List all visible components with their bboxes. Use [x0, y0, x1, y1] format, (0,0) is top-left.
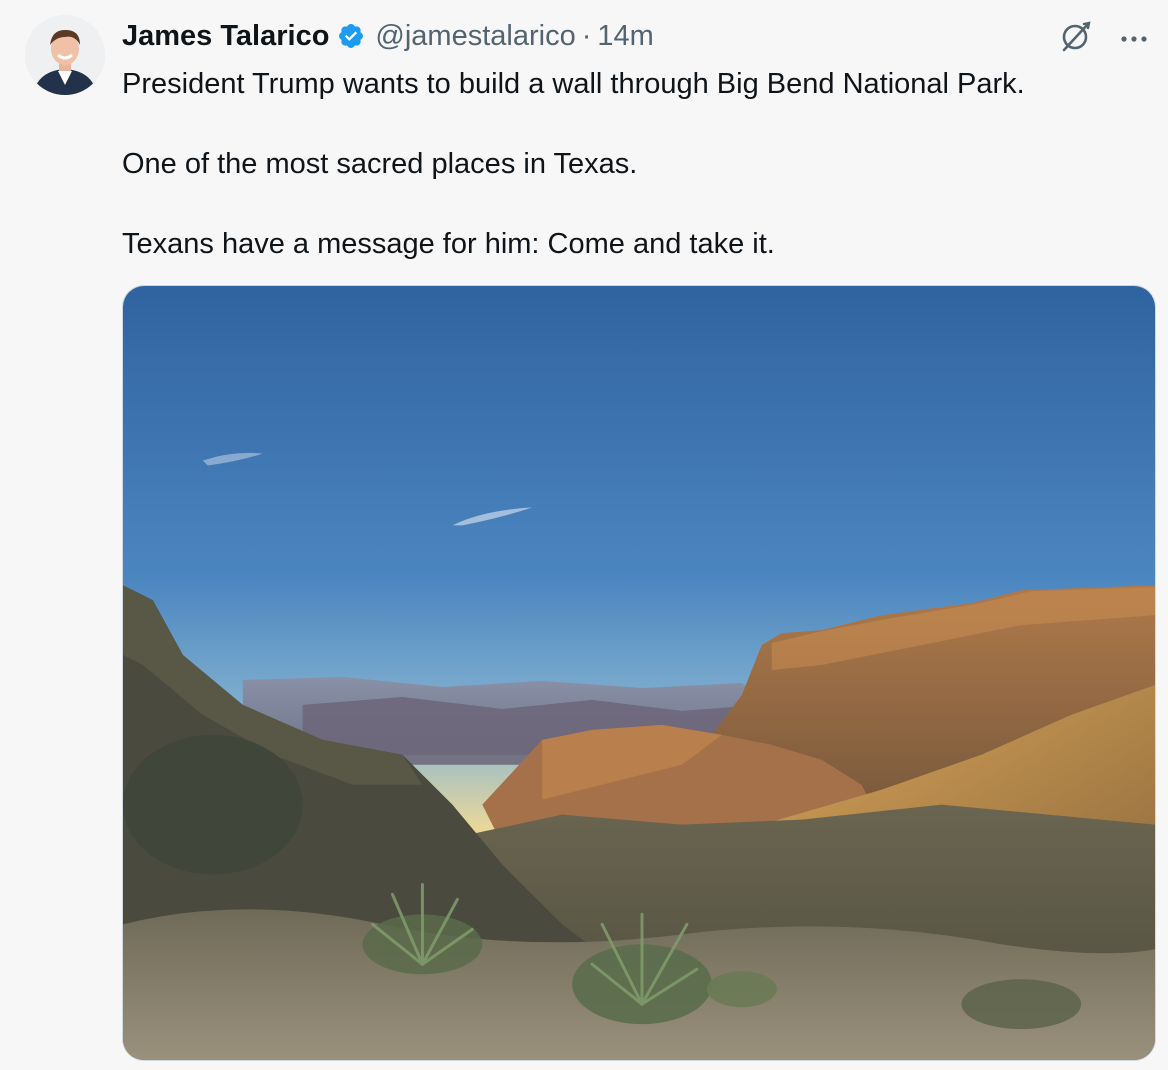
tweet-text-line: One of the most sacred places in Texas. [122, 148, 638, 180]
tweet-header: James Talarico @jamestalarico · 14m [122, 16, 654, 56]
tweet-text-line: President Trump wants to build a wall th… [122, 68, 1025, 100]
author-name[interactable]: James Talarico [122, 20, 329, 53]
grok-icon[interactable] [1058, 18, 1094, 59]
tweet-photo[interactable] [122, 285, 1156, 1061]
tweet-text: President Trump wants to build a wall th… [122, 64, 1122, 264]
avatar[interactable] [25, 15, 105, 95]
author-handle[interactable]: @jamestalarico [375, 20, 575, 53]
tweet-text-line: Texans have a message for him: Come and … [122, 228, 775, 260]
verified-badge-icon[interactable] [337, 22, 365, 50]
more-options-icon[interactable] [1120, 30, 1148, 48]
landscape-photo [123, 286, 1155, 1060]
tweet-actions-top [1058, 18, 1148, 59]
avatar-image [25, 15, 105, 95]
timestamp[interactable]: 14m [597, 20, 653, 53]
dot-separator: · [581, 19, 592, 52]
